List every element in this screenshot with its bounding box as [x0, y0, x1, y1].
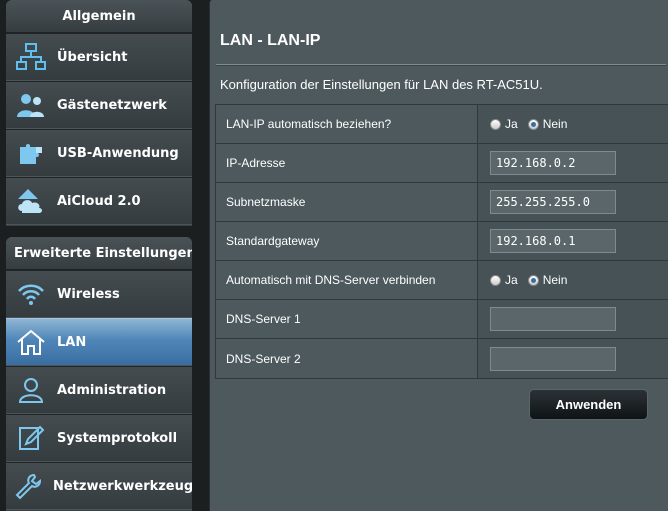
advanced-menu-header: Erweiterte Einstellungen [6, 237, 192, 270]
sidebar-item-usb-application[interactable]: USB-Anwendung [6, 129, 192, 177]
setting-value: Ja Nein [478, 261, 668, 299]
sidebar-item-network-tools[interactable]: Netzwerkwerkzeuge [6, 462, 192, 510]
table-row: Automatisch mit DNS-Server verbinden Ja … [216, 261, 668, 300]
sidebar-item-administration[interactable]: Administration [6, 366, 192, 414]
radio-button[interactable] [490, 274, 501, 286]
sidebar: Allgemein Übersicht Gästenetzwerk USB-An… [0, 0, 192, 511]
setting-label: Subnetzmaske [216, 183, 478, 221]
sidebar-item-label: Wireless [57, 286, 120, 302]
setting-value: 255.255.255.0 [478, 183, 668, 221]
setting-value: 192.168.0.1 [478, 222, 668, 260]
sidebar-item-label: Übersicht [57, 49, 128, 65]
puzzle-icon [14, 137, 48, 169]
main-panel: LAN - LAN-IP Konfiguration der Einstellu… [209, 0, 668, 511]
dns-auto-no-option[interactable]: Nein [527, 273, 568, 287]
general-menu-group: Allgemein Übersicht Gästenetzwerk USB-An… [6, 0, 192, 226]
sidebar-item-overview[interactable]: Übersicht [6, 33, 192, 81]
sidebar-item-label: Gästenetzwerk [57, 97, 167, 113]
table-row: LAN-IP automatisch beziehen? Ja Nein [216, 105, 668, 144]
setting-label: LAN-IP automatisch beziehen? [216, 105, 478, 143]
radio-label: Nein [542, 273, 568, 287]
network-map-icon [14, 41, 48, 73]
default-gateway-input[interactable]: 192.168.0.1 [490, 229, 616, 253]
edit-icon [14, 422, 48, 454]
page-title: LAN - LAN-IP [220, 32, 321, 49]
title-divider [216, 64, 666, 66]
sidebar-item-label: Netzwerkwerkzeuge [53, 478, 192, 494]
dns-auto-yes-option[interactable]: Ja [490, 273, 518, 287]
setting-value: 192.168.0.2 [478, 144, 668, 182]
sidebar-item-system-log[interactable]: Systemprotokoll [6, 414, 192, 462]
dhcp-no-option[interactable]: Nein [527, 117, 568, 131]
radio-label: Nein [542, 117, 568, 131]
table-row: DNS-Server 1 [216, 300, 668, 339]
setting-value [478, 300, 668, 338]
sidebar-item-aicloud[interactable]: AiCloud 2.0 [6, 177, 192, 225]
dhcp-yes-option[interactable]: Ja [490, 117, 518, 131]
apply-button[interactable]: Anwenden [529, 389, 648, 420]
user-icon [14, 374, 48, 406]
setting-label: IP-Adresse [216, 144, 478, 182]
sidebar-item-guest-network[interactable]: Gästenetzwerk [6, 81, 192, 129]
home-icon [14, 326, 48, 358]
cloud-icon [14, 185, 48, 217]
guest-network-icon [14, 89, 48, 121]
sidebar-item-label: USB-Anwendung [57, 145, 179, 161]
dns-auto-radio-group: Ja Nein [490, 273, 577, 287]
setting-value [478, 339, 668, 378]
sidebar-item-label: AiCloud 2.0 [57, 193, 141, 209]
sidebar-item-wireless[interactable]: Wireless [6, 270, 192, 318]
setting-label: DNS-Server 2 [216, 339, 478, 378]
radio-button[interactable] [527, 274, 539, 286]
lan-ip-settings-table: LAN-IP automatisch beziehen? Ja Nein IP-… [215, 104, 668, 379]
sidebar-item-label: LAN [57, 334, 87, 350]
table-row: Standardgateway 192.168.0.1 [216, 222, 668, 261]
setting-value: Ja Nein [478, 105, 668, 143]
radio-label: Ja [505, 273, 518, 287]
ip-address-input[interactable]: 192.168.0.2 [490, 151, 616, 175]
table-row: Subnetzmaske 255.255.255.0 [216, 183, 668, 222]
general-menu-header: Allgemein [6, 0, 192, 33]
radio-button[interactable] [490, 118, 501, 130]
subnet-mask-input[interactable]: 255.255.255.0 [490, 190, 616, 214]
wifi-icon [14, 278, 48, 310]
dns-server-1-input[interactable] [490, 307, 616, 331]
setting-label: DNS-Server 1 [216, 300, 478, 338]
wrench-icon [14, 470, 44, 502]
sidebar-item-lan[interactable]: LAN [6, 318, 192, 366]
table-row: IP-Adresse 192.168.0.2 [216, 144, 668, 183]
sidebar-item-label: Administration [57, 382, 167, 398]
advanced-menu-group: Erweiterte Einstellungen Wireless LAN Ad… [6, 237, 192, 511]
table-row: DNS-Server 2 [216, 339, 668, 378]
setting-label: Standardgateway [216, 222, 478, 260]
page-description: Konfiguration der Einstellungen für LAN … [220, 77, 543, 92]
setting-label: Automatisch mit DNS-Server verbinden [216, 261, 478, 299]
dns-server-2-input[interactable] [490, 346, 616, 371]
sidebar-item-label: Systemprotokoll [57, 430, 178, 446]
radio-button[interactable] [527, 118, 539, 130]
radio-label: Ja [505, 117, 518, 131]
dhcp-radio-group: Ja Nein [490, 117, 577, 131]
